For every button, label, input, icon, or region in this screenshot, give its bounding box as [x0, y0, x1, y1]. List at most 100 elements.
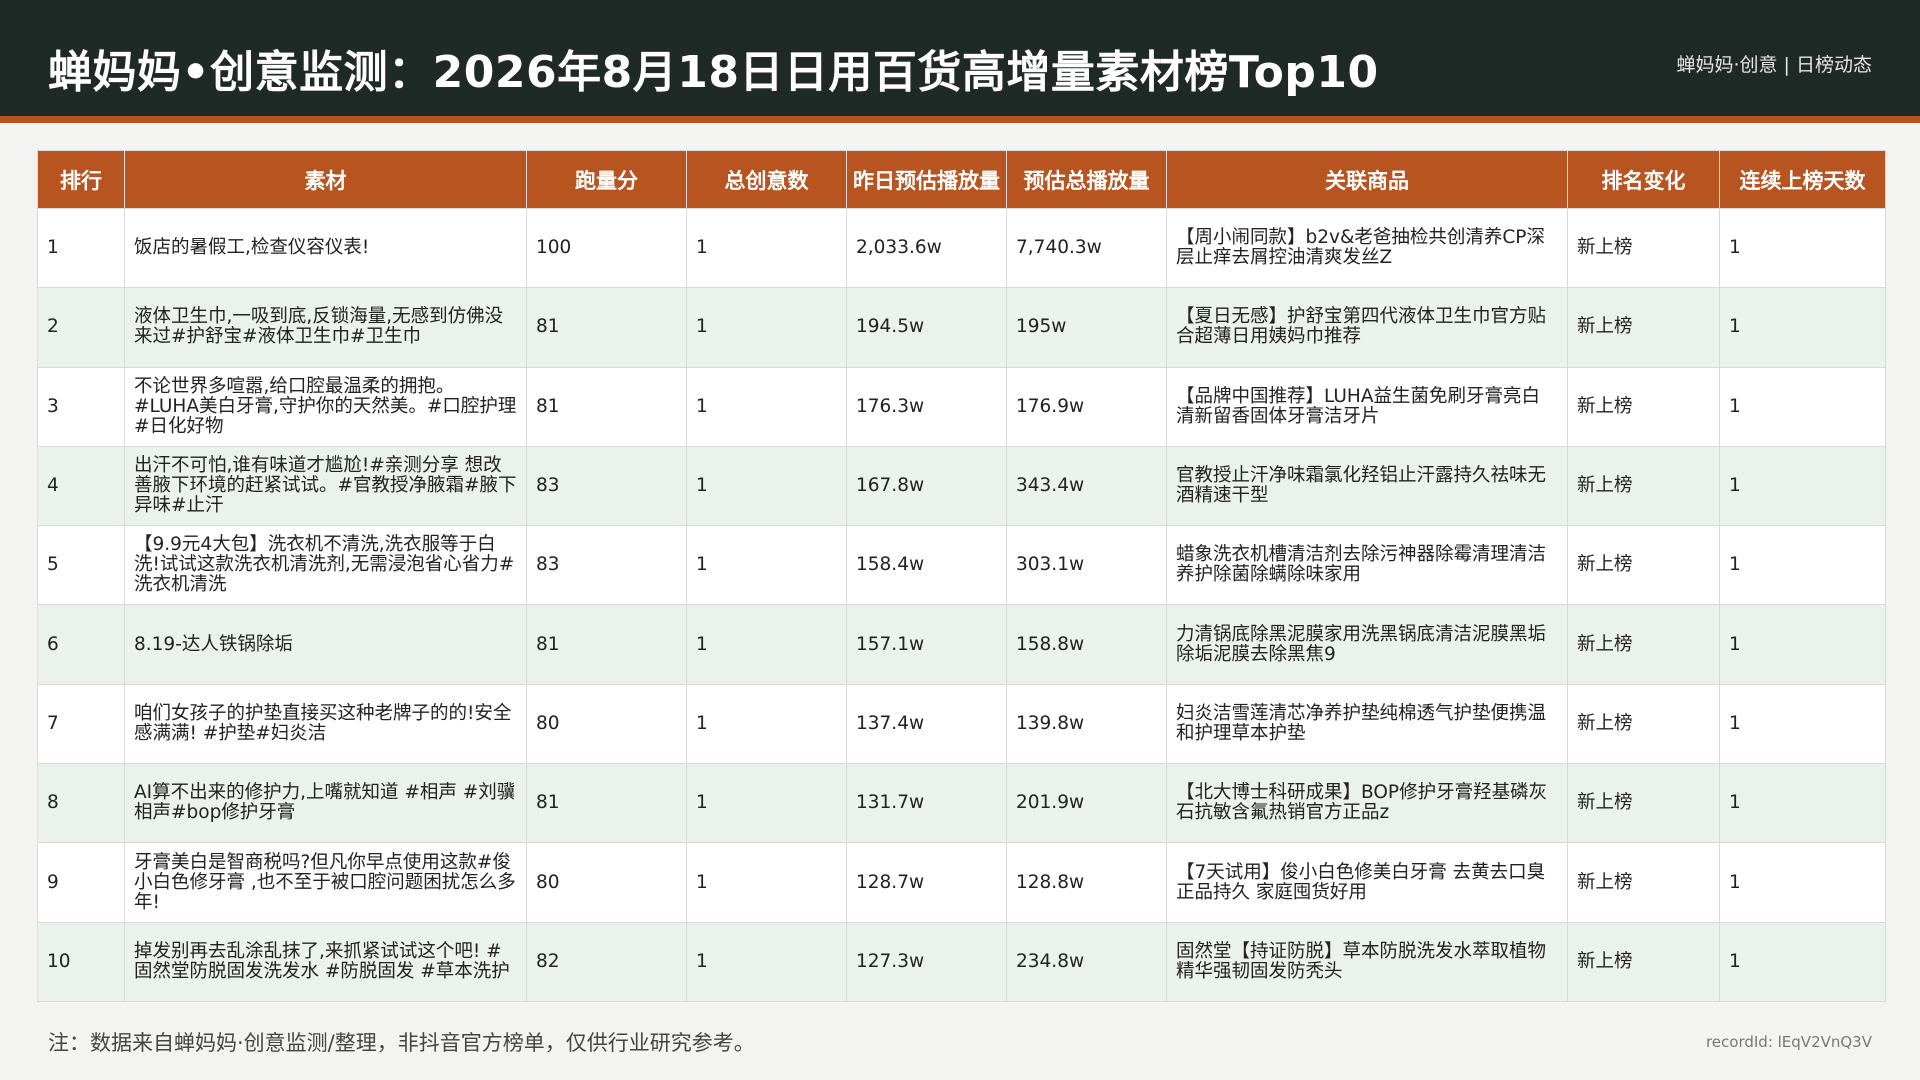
product-cell: 蜡象洗衣机槽清洁剂去除污神器除霉清理清洁养护除菌除螨除味家用 [1166, 525, 1568, 606]
column-header-total-plays: 预估总播放量 [1006, 150, 1167, 209]
product-cell: 力清锅底除黑泥膜家用洗黑锅底清洁泥膜黑垢除垢泥膜去除黑焦9 [1166, 604, 1568, 685]
streak-days-cell: 1 [1719, 921, 1886, 1002]
rank-change-cell: 新上榜 [1567, 287, 1720, 368]
total-plays-cell: 201.9w [1006, 763, 1167, 844]
page-header: 蝉妈妈•创意监测：2026年8月18日日用百货高增量素材榜Top10 蝉妈妈·创… [0, 0, 1920, 116]
column-header-score: 跑量分 [526, 150, 687, 209]
creatives-cell: 1 [686, 445, 847, 527]
table-row: 5 【9.9元4大包】洗衣机不清洗,洗衣服等于白洗!试试这款洗衣机清洗剂,无需浸泡… [37, 525, 1886, 606]
streak-days-cell: 1 [1719, 287, 1886, 368]
rank-change-cell: 新上榜 [1567, 366, 1720, 447]
header-source-label: 蝉妈妈·创意 | 日榜动态 [1676, 54, 1872, 76]
record-id: recordId: lEqV2VnQ3V [1705, 1033, 1872, 1051]
total-plays-cell: 158.8w [1006, 604, 1167, 685]
rank-cell: 2 [37, 287, 125, 368]
material-cell: 饭店的暑假工,检查仪容仪表! [124, 207, 527, 289]
score-cell: 100 [526, 207, 687, 289]
rank-change-cell: 新上榜 [1567, 921, 1720, 1002]
total-plays-cell: 7,740.3w [1006, 207, 1167, 289]
creatives-cell: 1 [686, 366, 847, 447]
creatives-cell: 1 [686, 207, 847, 289]
yesterday-plays-cell: 131.7w [846, 763, 1007, 844]
score-cell: 83 [526, 445, 687, 527]
rank-change-cell: 新上榜 [1567, 207, 1720, 289]
rank-cell: 10 [37, 921, 125, 1002]
streak-days-cell: 1 [1719, 366, 1886, 447]
table-row: 2 液体卫生巾,一吸到底,反锁海量,无感到仿佛没来过#护舒宝#液体卫生巾#卫生巾 8… [37, 287, 1886, 368]
rank-change-cell: 新上榜 [1567, 842, 1720, 923]
yesterday-plays-cell: 194.5w [846, 287, 1007, 368]
rank-cell: 5 [37, 525, 125, 606]
material-cell: 牙膏美白是智商税吗?但凡你早点使用这款#俊小白色修牙膏 ,也不至于被口腔问题困扰… [124, 842, 527, 923]
product-cell: 【周小闹同款】b2v&老爸抽检共创清养CP深层止痒去屑控油清爽发丝Z [1166, 207, 1568, 289]
rank-cell: 8 [37, 763, 125, 844]
product-cell: 【北大博士科研成果】BOP修护牙膏羟基磷灰石抗敏含氟热销官方正品z [1166, 763, 1568, 844]
streak-days-cell: 1 [1719, 683, 1886, 765]
table-row: 7 咱们女孩子的护垫直接买这种老牌子的的!安全感满满! #护垫#妇炎洁 80 1 137… [37, 683, 1886, 765]
creatives-cell: 1 [686, 604, 847, 685]
material-cell: 掉发别再去乱涂乱抹了,来抓紧试试这个吧! #固然堂防脱固发洗发水 #防脱固发 #… [124, 921, 527, 1002]
score-cell: 81 [526, 604, 687, 685]
page-title: 蝉妈妈•创意监测：2026年8月18日日用百货高增量素材榜Top10 [48, 47, 1379, 98]
table-row: 1 饭店的暑假工,检查仪容仪表! 100 1 2,033.6w 7,740.3w 【周小闹同… [37, 207, 1886, 289]
product-cell: 官教授止汗净味霜氯化羟铝止汗露持久祛味无酒精速干型 [1166, 445, 1568, 527]
yesterday-plays-cell: 176.3w [846, 366, 1007, 447]
rank-cell: 7 [37, 683, 125, 765]
creatives-cell: 1 [686, 525, 847, 606]
material-cell: 液体卫生巾,一吸到底,反锁海量,无感到仿佛没来过#护舒宝#液体卫生巾#卫生巾 [124, 287, 527, 368]
table-row: 9 牙膏美白是智商税吗?但凡你早点使用这款#俊小白色修牙膏 ,也不至于被口腔问题困… [37, 842, 1886, 923]
total-plays-cell: 139.8w [1006, 683, 1167, 765]
total-plays-cell: 343.4w [1006, 445, 1167, 527]
material-cell: 不论世界多喧嚣,给口腔最温柔的拥抱。#LUHA美白牙膏,守护你的天然美。#口腔护… [124, 366, 527, 447]
creatives-cell: 1 [686, 683, 847, 765]
score-cell: 83 [526, 525, 687, 606]
table-header-row: 排行 素材 跑量分 总创意数 昨日预估播放量 预估总播放量 关联商品 排名变化 连续上榜天数 [37, 150, 1886, 209]
total-plays-cell: 128.8w [1006, 842, 1167, 923]
table-row: 3 不论世界多喧嚣,给口腔最温柔的拥抱。#LUHA美白牙膏,守护你的天然美。#口腔… [37, 366, 1886, 447]
product-cell: 妇炎洁雪莲清芯净养护垫纯棉透气护垫便携温和护理草本护垫 [1166, 683, 1568, 765]
rank-change-cell: 新上榜 [1567, 763, 1720, 844]
yesterday-plays-cell: 128.7w [846, 842, 1007, 923]
ranking-table-container: 排行 素材 跑量分 总创意数 昨日预估播放量 预估总播放量 关联商品 排名变化 连续上榜天数 1… [37, 150, 1886, 1002]
table-row: 8 AI算不出来的修护力,上嘴就知道 #相声 #刘骥相声#bop修护牙膏 81 1 13… [37, 763, 1886, 844]
column-header-product: 关联商品 [1166, 150, 1568, 209]
score-cell: 81 [526, 287, 687, 368]
rank-cell: 3 [37, 366, 125, 447]
column-header-rank: 排行 [37, 150, 125, 209]
total-plays-cell: 303.1w [1006, 525, 1167, 606]
yesterday-plays-cell: 137.4w [846, 683, 1007, 765]
product-cell: 【品牌中国推荐】LUHA益生菌免刷牙膏亮白清新留香固体牙膏洁牙片 [1166, 366, 1568, 447]
rank-change-cell: 新上榜 [1567, 683, 1720, 765]
material-cell: AI算不出来的修护力,上嘴就知道 #相声 #刘骥相声#bop修护牙膏 [124, 763, 527, 844]
streak-days-cell: 1 [1719, 445, 1886, 527]
score-cell: 81 [526, 763, 687, 844]
creatives-cell: 1 [686, 287, 847, 368]
material-cell: 【9.9元4大包】洗衣机不清洗,洗衣服等于白洗!试试这款洗衣机清洗剂,无需浸泡省… [124, 525, 527, 606]
total-plays-cell: 234.8w [1006, 921, 1167, 1002]
streak-days-cell: 1 [1719, 207, 1886, 289]
product-cell: 固然堂【持证防脱】草本防脱洗发水萃取植物精华强韧固发防秃头 [1166, 921, 1568, 1002]
streak-days-cell: 1 [1719, 525, 1886, 606]
rank-cell: 6 [37, 604, 125, 685]
header-accent-bar [0, 116, 1920, 123]
score-cell: 80 [526, 842, 687, 923]
rank-cell: 4 [37, 445, 125, 527]
creatives-cell: 1 [686, 921, 847, 1002]
table-row: 10 掉发别再去乱涂乱抹了,来抓紧试试这个吧! #固然堂防脱固发洗发水 #防脱固发… [37, 921, 1886, 1002]
yesterday-plays-cell: 167.8w [846, 445, 1007, 527]
column-header-rank-change: 排名变化 [1567, 150, 1720, 209]
product-cell: 【夏日无感】护舒宝第四代液体卫生巾官方贴合超薄日用姨妈巾推荐 [1166, 287, 1568, 368]
streak-days-cell: 1 [1719, 604, 1886, 685]
column-header-creatives: 总创意数 [686, 150, 847, 209]
table-row: 4 出汗不可怕,谁有味道才尴尬!#亲测分享 想改善腋下环境的赶紧试试。#官教授净腋… [37, 445, 1886, 527]
score-cell: 80 [526, 683, 687, 765]
material-cell: 出汗不可怕,谁有味道才尴尬!#亲测分享 想改善腋下环境的赶紧试试。#官教授净腋霜… [124, 445, 527, 527]
column-header-streak-days: 连续上榜天数 [1719, 150, 1886, 209]
yesterday-plays-cell: 158.4w [846, 525, 1007, 606]
rank-cell: 9 [37, 842, 125, 923]
rank-change-cell: 新上榜 [1567, 525, 1720, 606]
material-cell: 咱们女孩子的护垫直接买这种老牌子的的!安全感满满! #护垫#妇炎洁 [124, 683, 527, 765]
yesterday-plays-cell: 127.3w [846, 921, 1007, 1002]
table-row: 6 8.19-达人铁锅除垢 81 1 157.1w 158.8w 力清锅底除黑泥膜家用洗黑锅… [37, 604, 1886, 685]
column-header-material: 素材 [124, 150, 527, 209]
